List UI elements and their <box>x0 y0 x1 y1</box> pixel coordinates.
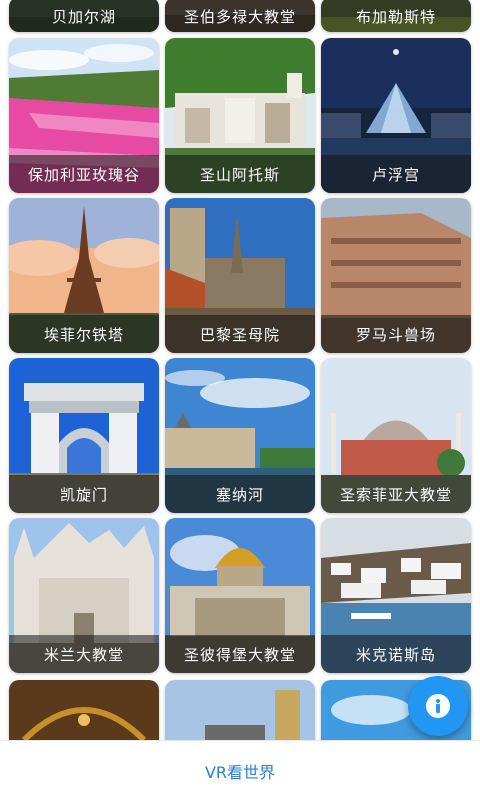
card-photo <box>9 680 159 740</box>
destination-card-eiffel-tower[interactable]: 埃菲尔铁塔 <box>9 198 159 353</box>
destination-card-hagia-sophia[interactable]: 圣索菲亚大教堂 <box>321 358 471 513</box>
destination-card-louvre[interactable]: 卢浮宫 <box>321 38 471 193</box>
card-label: 凯旋门 <box>9 475 159 513</box>
destination-card-baikal[interactable]: 贝加尔湖 <box>9 0 159 32</box>
card-label: 埃菲尔铁塔 <box>9 315 159 353</box>
destination-card-partial-1[interactable] <box>9 680 159 740</box>
card-label: 布加勒斯特 <box>321 0 471 32</box>
card-label: 圣彼得堡大教堂 <box>165 635 315 673</box>
card-label: 保加利亚玫瑰谷 <box>9 155 159 193</box>
destination-card-seine[interactable]: 塞纳河 <box>165 358 315 513</box>
card-label: 米兰大教堂 <box>9 635 159 673</box>
card-label: 圣山阿托斯 <box>165 155 315 193</box>
destination-card-milan-cathedral[interactable]: 米兰大教堂 <box>9 518 159 673</box>
destination-card-mykonos[interactable]: 米克诺斯岛 <box>321 518 471 673</box>
card-label: 圣索菲亚大教堂 <box>321 475 471 513</box>
destination-card-st-peters[interactable]: 圣伯多禄大教堂 <box>165 0 315 32</box>
card-label: 罗马斗兽场 <box>321 315 471 353</box>
info-fab-button[interactable] <box>408 676 468 736</box>
card-photo <box>165 680 315 740</box>
destination-card-st-isaacs[interactable]: 圣彼得堡大教堂 <box>165 518 315 673</box>
destination-card-notre-dame[interactable]: 巴黎圣母院 <box>165 198 315 353</box>
card-label: 巴黎圣母院 <box>165 315 315 353</box>
destination-card-mount-athos[interactable]: 圣山阿托斯 <box>165 38 315 193</box>
card-label: 圣伯多禄大教堂 <box>165 0 315 32</box>
card-label: 贝加尔湖 <box>9 0 159 32</box>
destination-card-rose-valley[interactable]: 保加利亚玫瑰谷 <box>9 38 159 193</box>
card-label: 塞纳河 <box>165 475 315 513</box>
tab-vr-world[interactable]: VR看世界 <box>205 759 275 783</box>
bottom-nav-bar: VR看世界 <box>0 740 480 801</box>
destination-card-partial-2[interactable] <box>165 680 315 740</box>
info-icon <box>426 694 450 718</box>
destination-grid: 贝加尔湖 圣伯多禄大教堂 布加勒斯特 保加利亚玫瑰谷 圣山阿托斯 卢浮宫 埃菲尔… <box>0 0 480 740</box>
card-label: 卢浮宫 <box>321 155 471 193</box>
destination-card-colosseum[interactable]: 罗马斗兽场 <box>321 198 471 353</box>
card-label: 米克诺斯岛 <box>321 635 471 673</box>
destination-card-bucharest[interactable]: 布加勒斯特 <box>321 0 471 32</box>
destination-card-arch-of-triumph[interactable]: 凯旋门 <box>9 358 159 513</box>
